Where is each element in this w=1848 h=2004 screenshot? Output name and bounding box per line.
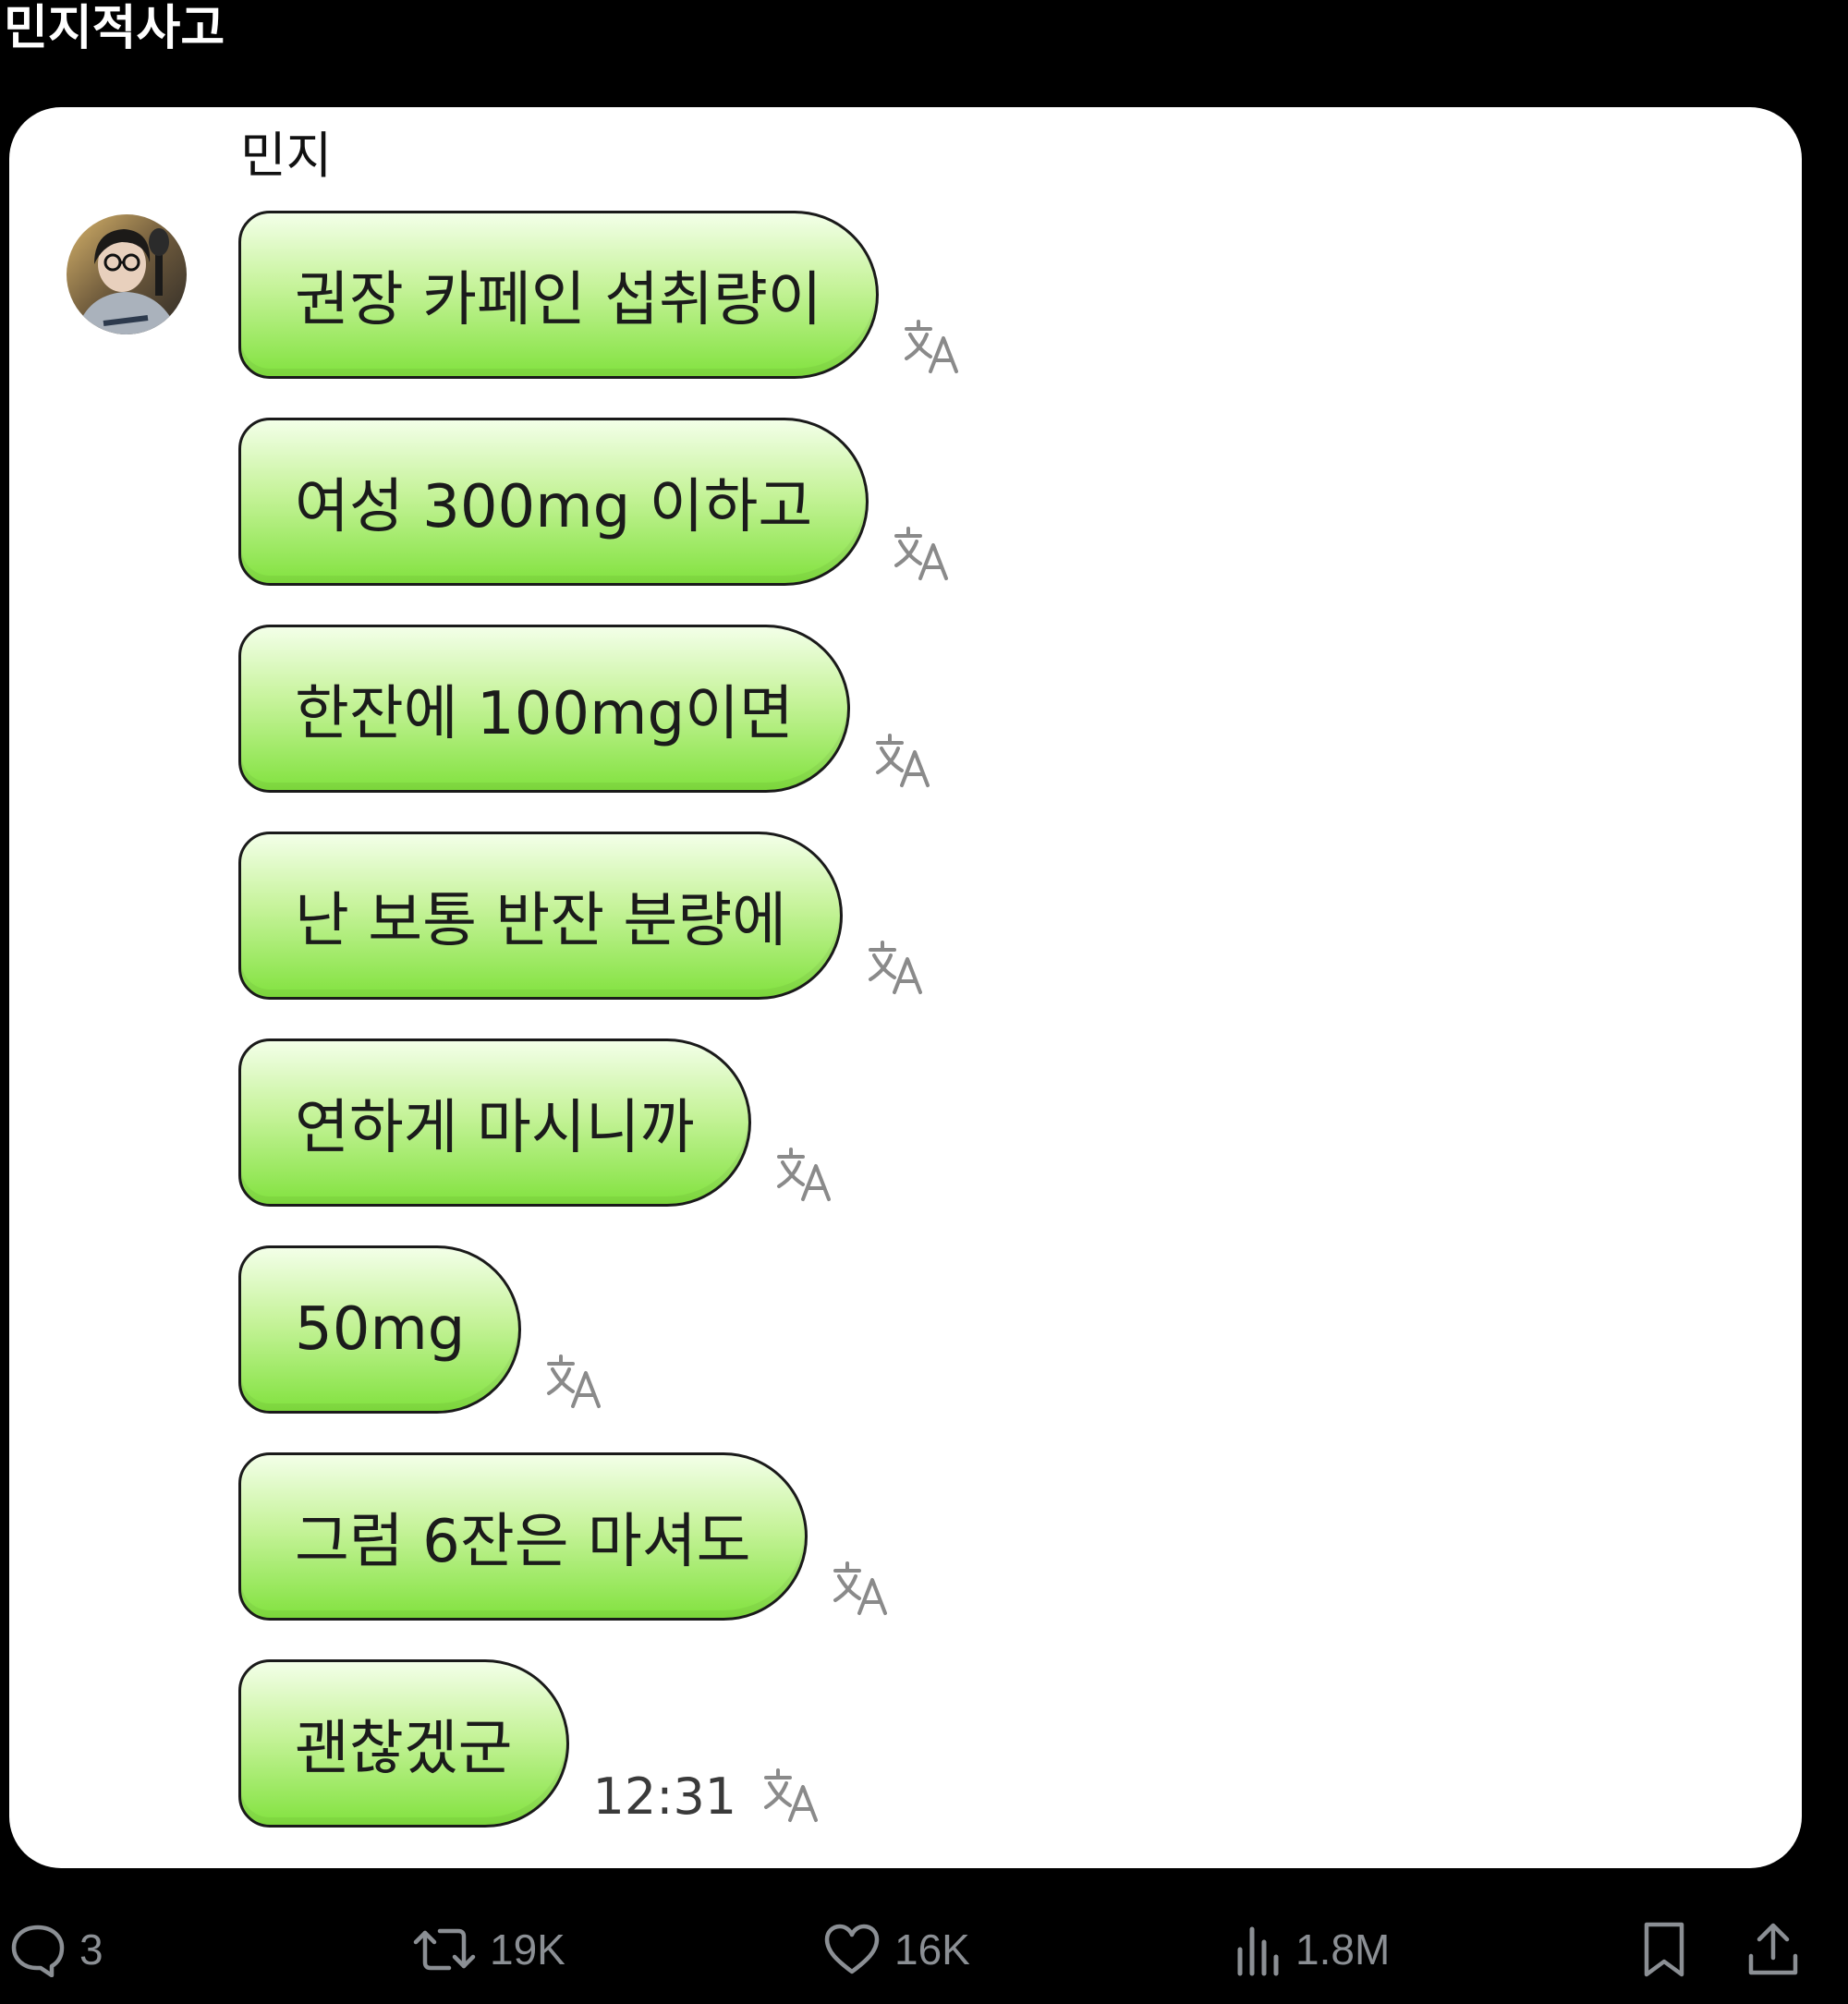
message-row: 난 보통 반잔 분량에 bbox=[238, 832, 928, 1000]
message-row: 그럼 6잔은 마셔도 bbox=[238, 1452, 893, 1621]
views-count: 1.8M bbox=[1295, 1925, 1391, 1974]
bookmark-button[interactable] bbox=[1641, 1922, 1687, 1977]
message-bubble[interactable]: 한잔에 100mg이면 bbox=[238, 625, 850, 793]
translate-icon[interactable] bbox=[874, 732, 935, 789]
message-bubble[interactable]: 연하게 마시니까 bbox=[238, 1038, 751, 1207]
translate-icon[interactable] bbox=[867, 939, 928, 996]
message-timestamp: 12:31 bbox=[592, 1767, 737, 1826]
message-meta: 12:31 bbox=[593, 1767, 824, 1824]
message-bubble[interactable]: 여성 300mg 이하고 bbox=[238, 418, 869, 586]
share-icon bbox=[1748, 1923, 1798, 1975]
avatar-photo bbox=[67, 214, 187, 334]
translate-icon[interactable] bbox=[903, 318, 964, 375]
translate-icon[interactable] bbox=[893, 525, 954, 582]
message-meta bbox=[775, 1146, 836, 1203]
message-meta bbox=[867, 939, 928, 996]
chat-screenshot-card[interactable]: 민지 권장 카페인 섭취량이 여성 300mg 이하고 한잔에 100mg이면 … bbox=[9, 107, 1802, 1868]
message-meta bbox=[893, 525, 954, 582]
message-row: 50mg bbox=[238, 1245, 606, 1414]
message-meta bbox=[832, 1560, 893, 1617]
like-count: 16K bbox=[894, 1925, 970, 1974]
message-row: 괜찮겠군 12:31 bbox=[238, 1659, 823, 1828]
post-action-bar: 3 19K 16K 1.8M bbox=[0, 1922, 1848, 1977]
like-button[interactable]: 16K bbox=[822, 1922, 970, 1977]
message-bubble[interactable]: 권장 카페인 섭취량이 bbox=[238, 211, 879, 379]
views-icon bbox=[1237, 1926, 1279, 1976]
message-meta bbox=[874, 732, 935, 789]
post-title: 민지적사고 bbox=[4, 1, 225, 56]
message-meta bbox=[545, 1353, 606, 1410]
message-row: 연하게 마시니까 bbox=[238, 1038, 836, 1207]
message-bubble[interactable]: 괜찮겠군 bbox=[238, 1659, 569, 1828]
translate-icon[interactable] bbox=[762, 1767, 823, 1824]
message-bubble[interactable]: 난 보통 반잔 분량에 bbox=[238, 832, 844, 1000]
share-button[interactable] bbox=[1746, 1922, 1800, 1977]
repost-icon bbox=[413, 1928, 476, 1971]
message-row: 한잔에 100mg이면 bbox=[238, 625, 935, 793]
sender-name: 민지 bbox=[240, 127, 333, 185]
avatar bbox=[67, 214, 187, 334]
repost-button[interactable]: 19K bbox=[412, 1922, 565, 1977]
message-row: 권장 카페인 섭취량이 bbox=[238, 211, 964, 379]
reply-icon bbox=[11, 1925, 65, 1977]
bookmark-icon bbox=[1644, 1922, 1684, 1977]
message-bubble[interactable]: 그럼 6잔은 마셔도 bbox=[238, 1452, 808, 1621]
views-button[interactable]: 1.8M bbox=[1234, 1922, 1390, 1977]
message-bubble[interactable]: 50mg bbox=[238, 1245, 522, 1414]
message-meta bbox=[903, 318, 964, 375]
translate-icon[interactable] bbox=[545, 1353, 606, 1410]
translate-icon[interactable] bbox=[775, 1146, 836, 1203]
heart-icon bbox=[824, 1924, 880, 1974]
message-row: 여성 300mg 이하고 bbox=[238, 418, 954, 586]
reply-button[interactable]: 3 bbox=[9, 1922, 103, 1977]
translate-icon[interactable] bbox=[832, 1560, 893, 1617]
repost-count: 19K bbox=[490, 1925, 565, 1974]
reply-count: 3 bbox=[79, 1925, 103, 1974]
